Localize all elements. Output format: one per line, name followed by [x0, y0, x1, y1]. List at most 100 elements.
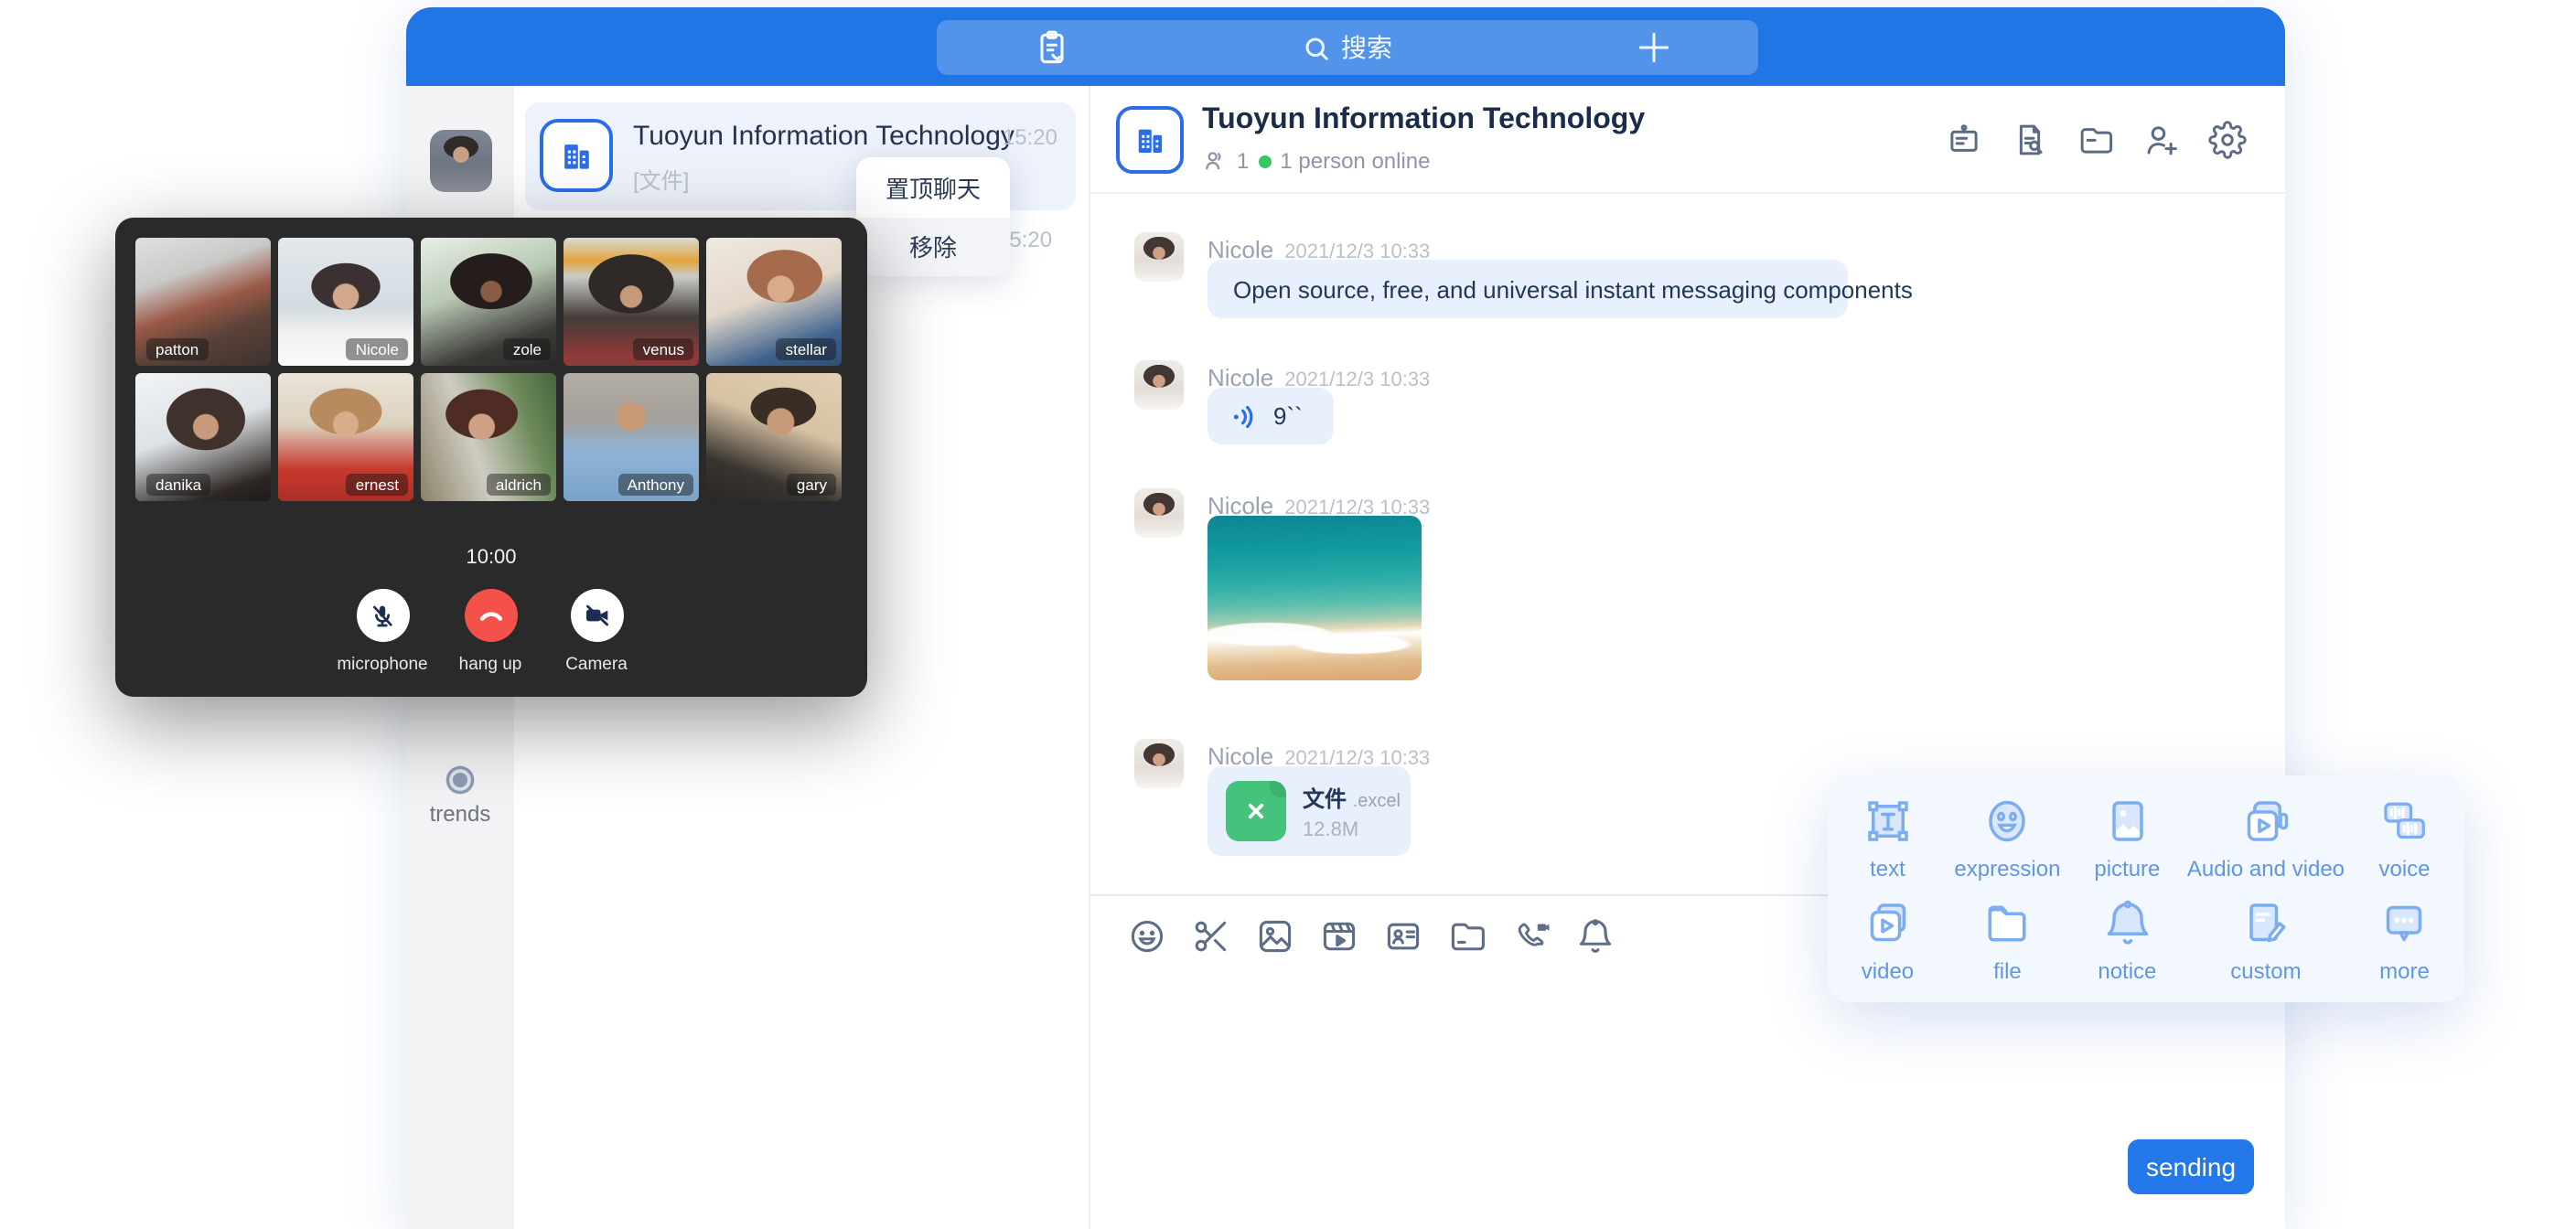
call-timer: 10:00: [115, 547, 867, 569]
popup-item-video[interactable]: video: [1828, 889, 1948, 991]
chat-header: Tuoyun Information Technology 1 1 person…: [1090, 86, 2287, 194]
expression-icon: [1980, 794, 2034, 849]
participant-name: ernest: [347, 474, 408, 496]
company-building-icon: [540, 119, 613, 192]
camera-control[interactable]: Camera: [542, 589, 651, 675]
input-toolbar: [1127, 916, 1615, 956]
avatar[interactable]: [1134, 232, 1184, 282]
folder-icon[interactable]: [1447, 916, 1487, 956]
popup-label: text: [1870, 856, 1905, 882]
conversation-title: Tuoyun Information Technology: [633, 121, 999, 152]
menu-item-pin-chat[interactable]: 置顶聊天: [856, 157, 1010, 217]
participant-name: stellar: [777, 338, 836, 360]
avatar[interactable]: [1134, 360, 1184, 410]
video-tile: Nicole: [278, 238, 413, 366]
settings-icon[interactable]: [2208, 121, 2247, 159]
participant-name: gary: [788, 474, 836, 496]
file-message[interactable]: 文件 .excel 12.8M: [1208, 766, 1411, 856]
context-menu: 置顶聊天 移除: [856, 157, 1010, 276]
video-call-panel: patton Nicole zole venus stellar danika …: [115, 218, 867, 697]
participant-name: zole: [504, 338, 551, 360]
video-tile: venus: [564, 238, 699, 366]
custom-icon: [2238, 896, 2293, 951]
chat-subtitle: 1 1 person online: [1202, 148, 1431, 174]
search-placeholder: 搜索: [1341, 29, 1392, 66]
popup-item-notice[interactable]: notice: [2067, 889, 2187, 991]
screenshot-icon[interactable]: [1191, 916, 1231, 956]
video-tile: danika: [135, 373, 271, 501]
video-tile: patton: [135, 238, 271, 366]
video-call-icon[interactable]: [1511, 916, 1551, 956]
voice-wave-icon: [1229, 401, 1259, 431]
trends-label: trends: [406, 801, 514, 827]
add-member-icon[interactable]: [2142, 121, 2181, 159]
search-bar[interactable]: 搜索: [937, 20, 1758, 75]
menu-item-remove[interactable]: 移除: [856, 217, 1010, 276]
trends-icon[interactable]: [439, 759, 481, 801]
chat-panel: Tuoyun Information Technology 1 1 person…: [1089, 86, 2285, 1229]
voice-icon: [2377, 794, 2432, 849]
video-tile: aldrich: [421, 373, 556, 501]
popup-label: custom: [2230, 958, 2301, 984]
popup-item-audio-video[interactable]: Audio and video: [2187, 786, 2345, 889]
participant-name: aldrich: [487, 474, 551, 496]
participant-name: Anthony: [618, 474, 693, 496]
popup-item-picture[interactable]: picture: [2067, 786, 2187, 889]
image-message[interactable]: [1208, 516, 1422, 680]
popup-item-expression[interactable]: expression: [1948, 786, 2067, 889]
control-label: microphone: [327, 655, 437, 675]
file-size: 12.8M: [1303, 818, 1401, 840]
video-tile: gary: [706, 373, 842, 501]
text-icon: [1860, 794, 1915, 849]
voice-message[interactable]: 9``: [1208, 388, 1334, 444]
avatar[interactable]: [1134, 488, 1184, 538]
popup-item-custom[interactable]: custom: [2187, 889, 2345, 991]
text-message[interactable]: Open source, free, and universal instant…: [1208, 260, 1848, 318]
contact-card-icon[interactable]: [1383, 916, 1423, 956]
participant-name: venus: [634, 338, 693, 360]
member-count: 1: [1237, 148, 1249, 174]
popup-label: video: [1862, 958, 1914, 984]
popup-item-voice[interactable]: voice: [2345, 786, 2464, 889]
popup-item-text[interactable]: text: [1828, 786, 1948, 889]
participant-name: patton: [146, 338, 208, 360]
file-store-icon[interactable]: [2077, 121, 2115, 159]
participant-name: Nicole: [347, 338, 408, 360]
voice-duration: 9``: [1273, 402, 1303, 430]
camera-muted-icon[interactable]: [570, 589, 623, 642]
microphone-control[interactable]: microphone: [327, 589, 437, 675]
control-label: Camera: [542, 655, 651, 675]
video-tile: Anthony: [564, 373, 699, 501]
file-info: 文件 .excel 12.8M: [1303, 782, 1401, 840]
message-text: Open source, free, and universal instant…: [1233, 275, 1913, 303]
message-search-icon[interactable]: [2011, 121, 2049, 159]
excel-file-icon: [1226, 781, 1286, 841]
send-button[interactable]: sending: [2128, 1139, 2254, 1194]
notice-bell-icon[interactable]: [1575, 916, 1615, 956]
plus-icon[interactable]: [1634, 27, 1674, 68]
my-avatar[interactable]: [430, 130, 492, 192]
mic-muted-icon[interactable]: [356, 589, 409, 642]
message-type-popup: text expression picture Audio and video …: [1828, 775, 2464, 1002]
contact-notes-icon[interactable]: [1032, 27, 1072, 68]
popup-label: picture: [2094, 856, 2160, 882]
notice-board-icon[interactable]: [1945, 121, 1983, 159]
video-tile: stellar: [706, 238, 842, 366]
file-ext: .excel: [1353, 791, 1401, 811]
search-icon: [1303, 34, 1330, 61]
popup-item-more[interactable]: more: [2345, 889, 2464, 991]
popup-label: expression: [1954, 856, 2060, 882]
control-label: hang up: [435, 655, 545, 675]
emoji-icon[interactable]: [1127, 916, 1167, 956]
image-icon[interactable]: [1255, 916, 1295, 956]
top-bar: 搜索: [406, 7, 2285, 86]
hangup-control[interactable]: hang up: [435, 589, 545, 675]
avatar[interactable]: [1134, 739, 1184, 788]
screen: 搜索 trends Tuoy: [0, 0, 2576, 1229]
header-actions: [1945, 121, 2247, 159]
popup-item-file[interactable]: file: [1948, 889, 2067, 991]
hangup-icon[interactable]: [464, 589, 517, 642]
video-msg-icon: [1860, 896, 1915, 951]
video-icon[interactable]: [1319, 916, 1359, 956]
video-tile: zole: [421, 238, 556, 366]
